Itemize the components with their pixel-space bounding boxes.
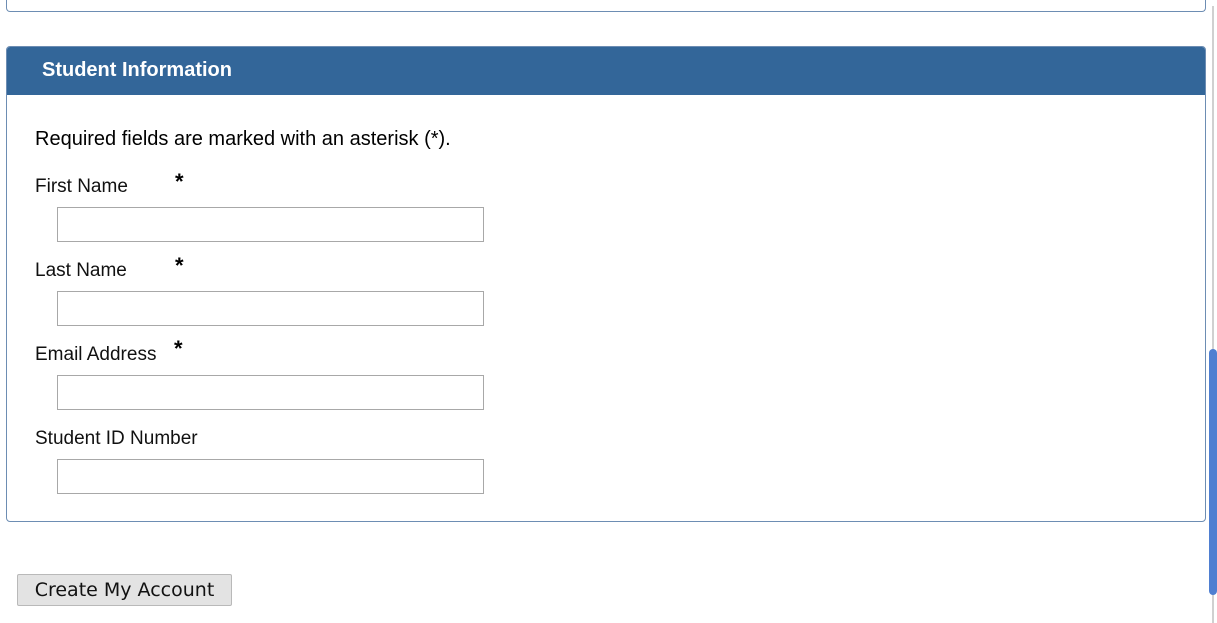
- required-fields-note: Required fields are marked with an aster…: [35, 128, 451, 150]
- create-account-button[interactable]: Create My Account: [17, 574, 232, 606]
- student-id-field[interactable]: [57, 459, 484, 494]
- last-name-field[interactable]: [57, 291, 484, 326]
- student-information-panel: Student Information Required fields are …: [6, 46, 1206, 522]
- first-name-label: First Name: [35, 176, 128, 197]
- section-header: Student Information: [7, 47, 1205, 95]
- first-name-field[interactable]: [57, 207, 484, 242]
- email-address-label: Email Address: [35, 344, 157, 365]
- previous-section-panel: [6, 0, 1206, 12]
- last-name-required-marker: *: [175, 253, 184, 278]
- last-name-label: Last Name: [35, 260, 127, 281]
- email-address-field[interactable]: [57, 375, 484, 410]
- email-address-required-marker: *: [174, 336, 183, 361]
- student-id-label: Student ID Number: [35, 428, 198, 449]
- first-name-required-marker: *: [175, 169, 184, 194]
- scrollbar-thumb[interactable]: [1209, 349, 1217, 595]
- page: Student Information Required fields are …: [0, 0, 1217, 623]
